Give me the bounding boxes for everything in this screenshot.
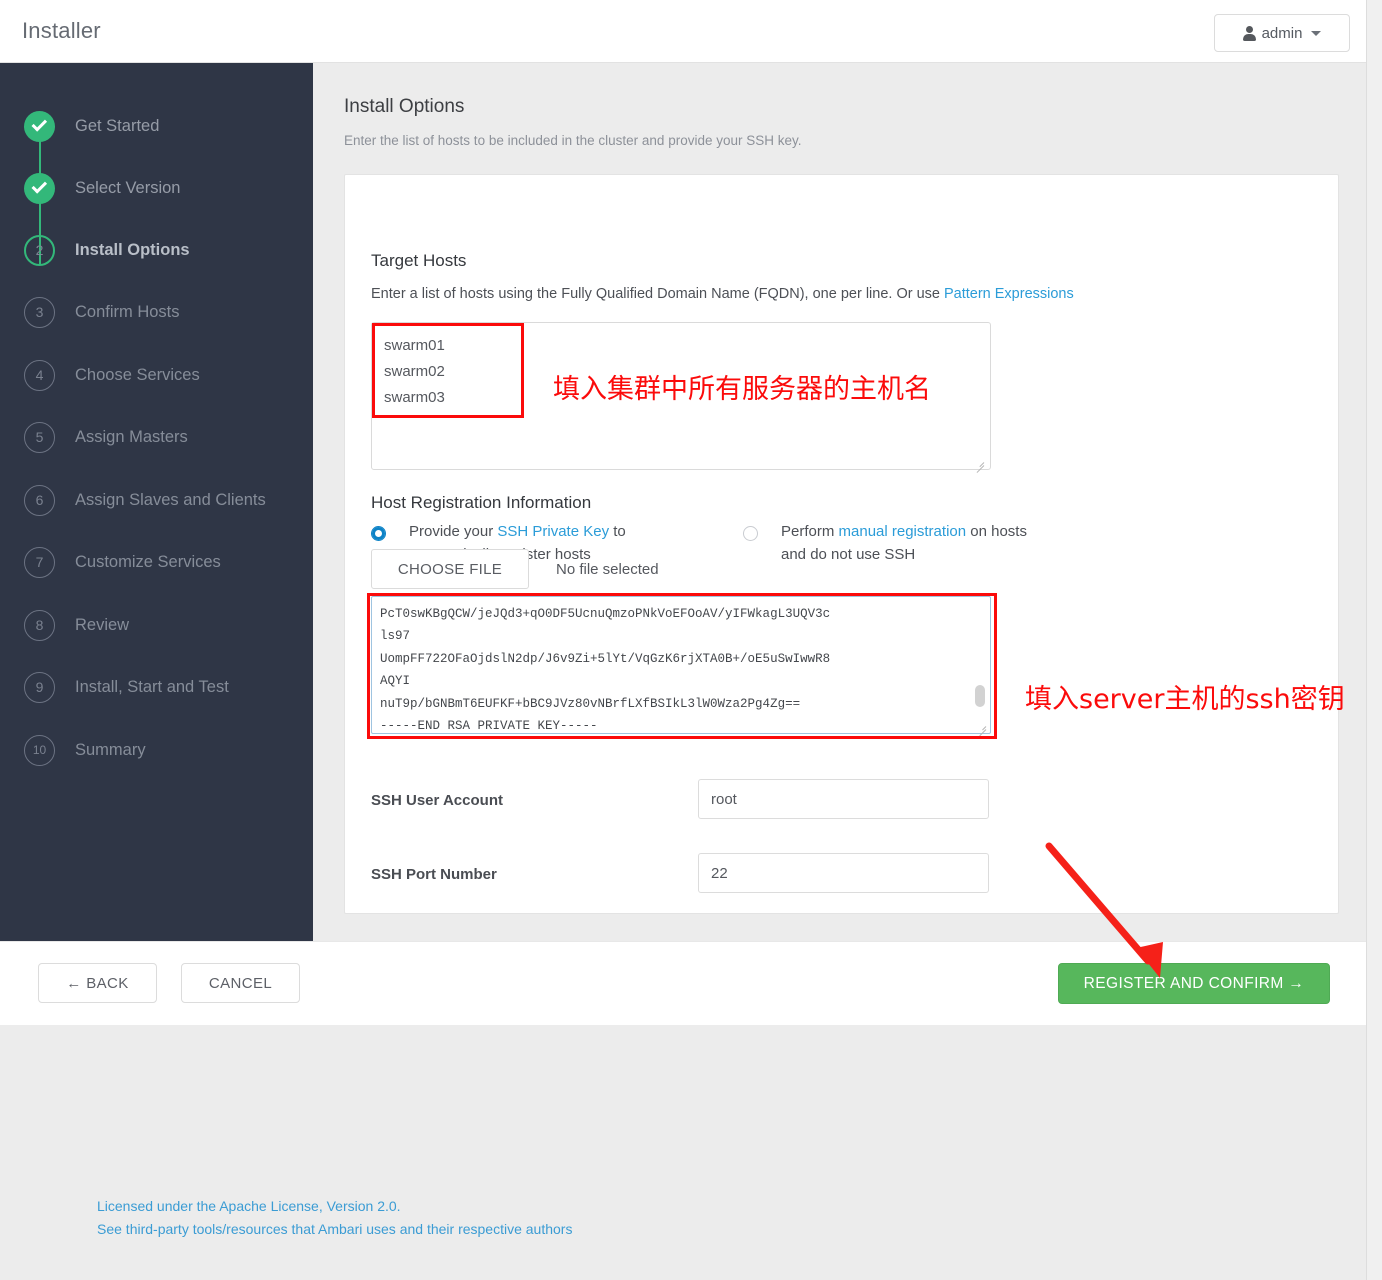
back-button[interactable]: ← BACK (38, 963, 157, 1003)
step-number: 9 (24, 671, 55, 703)
window-right-gutter (1366, 0, 1382, 1280)
radio-ssh-key[interactable] (371, 526, 386, 541)
license-link-apache[interactable]: Licensed under the Apache License, Versi… (97, 1195, 572, 1218)
page-bottom-area (0, 1025, 1366, 1280)
ssh-port-number-label: SSH Port Number (371, 866, 497, 883)
sidebar-item-label: Assign Slaves and Clients (75, 490, 266, 509)
step-number: 2 (24, 234, 55, 266)
content-heading: Install Options (344, 96, 465, 117)
sidebar-item-assign-slaves-and-clients[interactable]: 6 Assign Slaves and Clients (24, 483, 266, 517)
ssh-user-account-input[interactable] (698, 779, 989, 819)
sidebar-item-review[interactable]: 8 Review (24, 608, 129, 642)
target-hosts-description-text: Enter a list of hosts using the Fully Qu… (371, 286, 944, 302)
ssh-user-account-label: SSH User Account (371, 792, 503, 809)
ssh-port-number-input[interactable] (698, 853, 989, 893)
radio-manual-label: Perform manual registration on hosts and… (781, 520, 1051, 566)
sidebar-item-get-started[interactable]: Get Started (24, 109, 159, 143)
step-number: 7 (24, 546, 55, 578)
radio-manual-text-before: Perform (781, 523, 839, 540)
wizard-sidebar: Get Started Select Version 2 Install Opt… (0, 63, 313, 941)
radio-manual-registration[interactable] (743, 526, 758, 541)
annotation-text-ssh-key: 填入server主机的ssh密钥 (1025, 684, 1345, 715)
sidebar-item-summary[interactable]: 10 Summary (24, 733, 146, 767)
sidebar-item-label: Install, Start and Test (75, 677, 229, 696)
ssh-key-scrollbar[interactable] (975, 685, 985, 707)
installer-page: Installer admin Get Started Select Versi… (0, 0, 1382, 1280)
sidebar-item-choose-services[interactable]: 4 Choose Services (24, 358, 200, 392)
content-subheading: Enter the list of hosts to be included i… (344, 133, 802, 148)
user-menu-button[interactable]: admin (1214, 14, 1350, 52)
sidebar-item-label: Get Started (75, 116, 160, 135)
sidebar-item-label: Summary (75, 740, 146, 759)
annotation-text-hosts: 填入集群中所有服务器的主机名 (553, 374, 931, 405)
sidebar-item-label: Confirm Hosts (75, 302, 180, 321)
step-number: 6 (24, 484, 55, 516)
step-number: 8 (24, 609, 55, 641)
license-footer: Licensed under the Apache License, Versi… (97, 1195, 572, 1241)
page-title: Installer (22, 18, 101, 43)
step-check-icon (24, 172, 55, 204)
sidebar-item-label: Customize Services (75, 552, 221, 571)
sidebar-item-label: Review (75, 615, 130, 634)
cancel-button[interactable]: CANCEL (181, 963, 300, 1003)
ssh-private-key-link[interactable]: SSH Private Key (497, 523, 609, 540)
sidebar-item-assign-masters[interactable]: 5 Assign Masters (24, 420, 188, 454)
ssh-private-key-input[interactable] (371, 596, 991, 734)
manual-registration-link[interactable]: manual registration (839, 523, 967, 540)
step-number: 3 (24, 296, 55, 328)
sidebar-item-select-version[interactable]: Select Version (24, 171, 180, 205)
user-menu-label: admin (1261, 24, 1303, 42)
register-and-confirm-button[interactable]: REGISTER AND CONFIRM → (1058, 963, 1330, 1004)
chevron-down-icon (1311, 30, 1322, 36)
sidebar-item-customize-services[interactable]: 7 Customize Services (24, 545, 221, 579)
sidebar-item-label: Install Options (75, 240, 190, 259)
sidebar-item-label: Select Version (75, 178, 181, 197)
target-hosts-title: Target Hosts (371, 251, 467, 270)
main-content: Install Options Enter the list of hosts … (313, 63, 1366, 941)
step-number: 10 (24, 734, 55, 766)
license-link-third-party[interactable]: See third-party tools/resources that Amb… (97, 1218, 572, 1241)
step-number: 4 (24, 359, 55, 391)
sidebar-item-label: Choose Services (75, 365, 200, 384)
sidebar-item-label: Assign Masters (75, 427, 188, 446)
host-registration-title: Host Registration Information (371, 493, 592, 512)
radio-ssh-text-before: Provide your (409, 523, 498, 540)
sidebar-item-install-options[interactable]: 2 Install Options (24, 233, 190, 267)
step-number: 5 (24, 421, 55, 453)
install-options-panel: Target Hosts Enter a list of hosts using… (344, 174, 1345, 914)
step-check-icon (24, 110, 55, 142)
user-icon (1242, 25, 1256, 41)
pattern-expressions-link[interactable]: Pattern Expressions (944, 286, 1074, 302)
top-bar: Installer admin (0, 0, 1366, 63)
file-status-label: No file selected (556, 561, 659, 578)
target-hosts-description: Enter a list of hosts using the Fully Qu… (371, 286, 1074, 302)
sidebar-item-install-start-and-test[interactable]: 9 Install, Start and Test (24, 670, 229, 704)
choose-file-button[interactable]: CHOOSE FILE (371, 549, 529, 589)
sidebar-item-confirm-hosts[interactable]: 3 Confirm Hosts (24, 295, 180, 329)
